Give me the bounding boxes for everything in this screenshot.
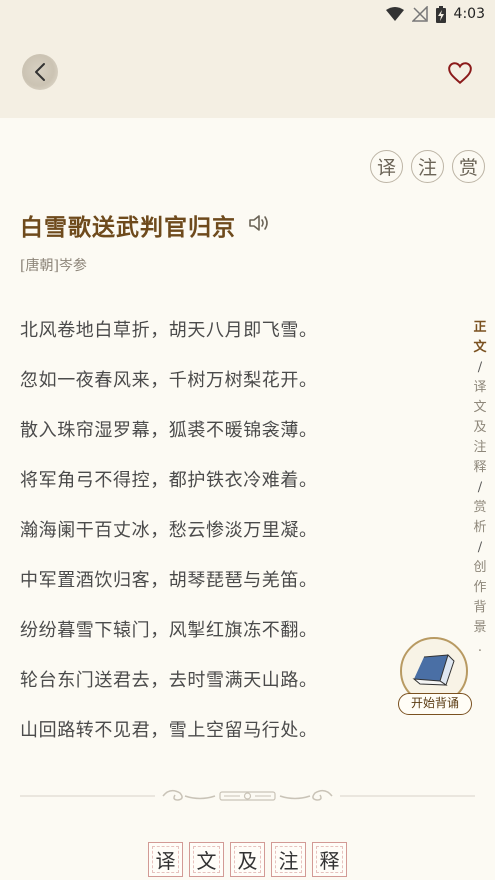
side-nav-char: 正 (473, 320, 487, 335)
side-nav-char: 及 (473, 420, 487, 435)
poem-line: 北风卷地白草折，胡天八月即飞雪。 (20, 320, 318, 341)
heading-char: 文 (189, 842, 224, 877)
poem-line: 纷纷暮雪下辕门，风掣红旗冻不翻。 (20, 620, 318, 641)
side-nav-separator: / (477, 540, 483, 555)
heading-char: 及 (230, 842, 265, 877)
side-nav-separator: / (477, 480, 483, 495)
recite-label: 开始背诵 (398, 693, 472, 715)
section-heading-translation: 译 文 及 注 释 (148, 842, 347, 877)
poem-line: 散入珠帘湿罗幕，狐裘不暖锦衾薄。 (20, 420, 318, 441)
side-nav-item-1[interactable]: 译文及注释 (472, 378, 488, 478)
wifi-icon (385, 7, 404, 21)
side-nav-item-0[interactable]: 正文 (472, 318, 488, 358)
status-time: 4:03 (453, 6, 485, 22)
heading-char: 释 (312, 842, 347, 877)
play-audio-button[interactable] (248, 213, 270, 237)
side-nav-char: 译 (473, 380, 487, 395)
title-row: 白雪歌送武判官归京 (20, 208, 270, 242)
translation-button[interactable]: 译 (370, 150, 403, 183)
status-bar: 4:03 (0, 0, 495, 28)
top-bar (0, 28, 495, 118)
side-nav-char: 注 (473, 440, 487, 455)
poem-line: 将军角弓不得控，都护铁衣冷难着。 (20, 470, 318, 491)
side-nav-char: 释 (473, 460, 487, 475)
back-button[interactable] (22, 54, 58, 90)
poem-line: 瀚海阑干百丈冰，愁云惨淡万里凝。 (20, 520, 318, 541)
battery-charging-icon (435, 5, 446, 23)
side-nav-item-2[interactable]: 赏析 (472, 498, 488, 538)
tool-buttons: 译 注 赏 (370, 150, 485, 183)
side-nav-char: 赏 (473, 500, 487, 515)
start-recite-button[interactable]: 开始背诵 (398, 637, 472, 719)
poem-body: 北风卷地白草折，胡天八月即飞雪。 忽如一夜春风来，千树万树梨花开。 散入珠帘湿罗… (20, 316, 318, 766)
poem-line: 山回路转不见君，雪上空留马行处。 (20, 720, 318, 741)
appreciation-button[interactable]: 赏 (452, 150, 485, 183)
side-nav-char: 作 (473, 580, 487, 595)
heart-outline-icon (448, 62, 472, 85)
side-nav-char: 背 (473, 600, 487, 615)
side-nav-suffix: . (477, 640, 483, 655)
side-nav-separator: / (477, 360, 483, 375)
poem-line: 忽如一夜春风来，千树万树梨花开。 (20, 370, 318, 391)
poem-author: [唐朝]岑参 (20, 258, 87, 274)
side-nav-char: 文 (473, 400, 487, 415)
favorite-button[interactable] (447, 60, 473, 86)
no-signal-icon (411, 6, 428, 22)
speaker-icon (249, 215, 268, 231)
poem-line: 中军置酒饮归客，胡琴琵琶与羌笛。 (20, 570, 318, 591)
chevron-left-icon (35, 63, 45, 81)
heading-char: 译 (148, 842, 183, 877)
side-nav-char: 文 (473, 340, 487, 355)
ornament-divider (20, 789, 475, 801)
poem-line: 轮台东门送君去，去时雪满天山路。 (20, 670, 318, 691)
section-side-nav: 正文 / 译文及注释 / 赏析 / 创作背景. (472, 318, 488, 658)
annotation-button[interactable]: 注 (411, 150, 444, 183)
side-nav-char: 创 (473, 560, 487, 575)
side-nav-char: 景 (473, 620, 487, 635)
heading-char: 注 (271, 842, 306, 877)
poem-title: 白雪歌送武判官归京 (20, 214, 236, 241)
status-icons: 4:03 (385, 4, 485, 24)
side-nav-char: 析 (473, 520, 487, 535)
side-nav-item-3[interactable]: 创作背景 (472, 558, 488, 638)
